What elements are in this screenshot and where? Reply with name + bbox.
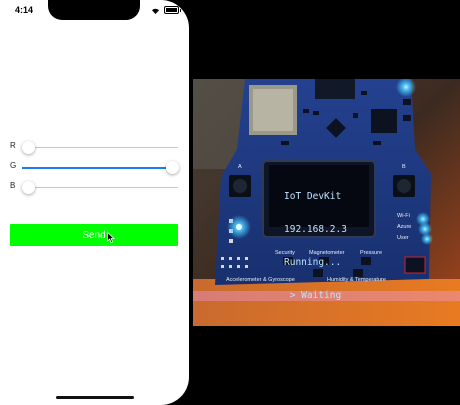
slider-b[interactable]: B — [10, 180, 178, 196]
sensor-label-security: Security — [275, 250, 295, 256]
sensor-label-magnetometer: Magnetometer — [309, 250, 345, 256]
send-button[interactable]: Send — [10, 224, 178, 246]
slider-label-g: G — [10, 161, 17, 170]
slider-g[interactable]: G — [10, 160, 179, 176]
sensor-label-humidity: Humidity & Temperature — [327, 277, 386, 283]
slider-fill — [22, 166, 178, 169]
oled-line-3: Running... — [284, 257, 342, 268]
sensor-label-accelerometer: Accelerometer & Gyroscope — [226, 277, 295, 283]
status-time: 4:14 — [15, 5, 34, 15]
wifi-icon — [152, 8, 159, 14]
slider-thumb-g[interactable] — [166, 161, 179, 174]
slider-label-b: B — [10, 181, 16, 190]
battery-icon — [164, 6, 181, 14]
slider-track[interactable] — [22, 147, 178, 148]
oled-line-2: 192.168.2.3 — [284, 224, 347, 235]
button-a-label: A — [238, 164, 242, 170]
oled-display: IoT DevKit 192.168.2.3 Running... > Wait… — [284, 169, 347, 323]
device-photo: IoT DevKit 192.168.2.3 Running... > Wait… — [193, 79, 460, 326]
led-label-azure: Azure — [397, 224, 412, 230]
slider-track[interactable] — [22, 187, 178, 188]
slider-r[interactable]: R — [10, 140, 178, 156]
led-label-user: User — [397, 235, 409, 241]
sensor-label-pressure: Pressure — [360, 250, 383, 256]
slider-thumb-r[interactable] — [22, 141, 35, 154]
home-indicator — [56, 396, 134, 399]
slider-track[interactable] — [22, 166, 178, 169]
button-b-label: B — [402, 164, 406, 170]
notch — [48, 0, 140, 20]
led-label-wifi: Wi-Fi — [397, 213, 410, 219]
status-icons — [151, 6, 181, 14]
slider-thumb-b[interactable] — [22, 181, 35, 194]
mouse-cursor-icon — [107, 232, 116, 243]
phone-screen: 4:14 R G B Send — [0, 0, 189, 405]
oled-line-1: IoT DevKit — [284, 191, 342, 202]
slider-label-r: R — [10, 141, 16, 150]
oled-line-4: > Waiting — [284, 290, 342, 301]
